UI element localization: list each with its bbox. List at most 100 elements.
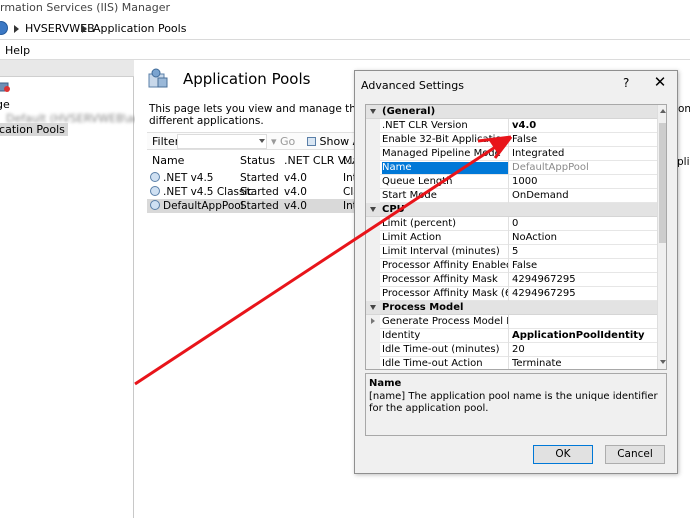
go-icon: ▾ <box>271 135 277 148</box>
breadcrumb-application-pools[interactable]: Application Pools <box>93 22 186 36</box>
property-value[interactable]: NoAction <box>512 232 656 244</box>
collapse-icon[interactable] <box>370 305 376 310</box>
help-button[interactable]: ? <box>623 76 629 90</box>
property-value[interactable]: DefaultAppPool <box>512 162 656 174</box>
pool-status: Started <box>240 200 279 212</box>
property-name: Name <box>382 162 508 174</box>
category-label: Process Model <box>382 302 464 313</box>
breadcrumb-separator-icon <box>14 25 19 33</box>
pool-clr: v4.0 <box>284 172 307 184</box>
property-name: Idle Time-out Action <box>382 358 483 369</box>
property-name: .NET CLR Version <box>382 120 468 131</box>
application-pools-list: Name Status .NET CLR V... Ma .NET v4.5 S… <box>147 152 362 518</box>
property-row[interactable]: Limit Interval (minutes) 5 <box>366 245 657 259</box>
property-name: Generate Process Model Event L <box>382 316 508 327</box>
connections-header <box>0 60 134 77</box>
category-cpu[interactable]: CPU <box>366 203 657 217</box>
filter-dropdown-icon[interactable] <box>259 139 265 143</box>
collapse-icon[interactable] <box>370 207 376 212</box>
column-header-name[interactable]: Name <box>152 154 184 167</box>
address-bar[interactable]: HVSERVWEB Application Pools <box>0 18 690 40</box>
tree-item-pages[interactable]: ge <box>0 98 10 111</box>
property-row[interactable]: Processor Affinity Enabled False <box>366 259 657 273</box>
table-row[interactable]: .NET v4.5 Started v4.0 Int <box>147 171 362 185</box>
server-icon <box>0 81 11 93</box>
ok-button[interactable]: OK <box>533 445 593 464</box>
advanced-settings-dialog: Advanced Settings ? ✕ (General) .NET CLR… <box>354 70 678 474</box>
go-button[interactable]: ▾ Go <box>271 135 295 148</box>
menu-help[interactable]: Help <box>5 44 30 57</box>
property-value[interactable]: OnDemand <box>512 190 656 202</box>
connections-pane: ge Default (HVSERVWEB\admin) ication Poo… <box>0 60 166 518</box>
scroll-down-icon[interactable] <box>660 360 666 364</box>
pool-name: .NET v4.5 <box>163 172 214 184</box>
property-value[interactable]: ApplicationPoolIdentity <box>512 330 656 342</box>
property-name: Limit (percent) <box>382 218 457 229</box>
cancel-button[interactable]: Cancel <box>605 445 665 464</box>
back-arrow-icon[interactable] <box>0 21 8 35</box>
property-value[interactable]: 20 <box>512 344 656 356</box>
table-row[interactable]: DefaultAppPool Started v4.0 Int <box>147 199 362 213</box>
category-general[interactable]: (General) <box>366 105 657 119</box>
expand-icon[interactable] <box>371 318 375 324</box>
collapse-icon[interactable] <box>370 109 376 114</box>
property-name: Limit Action <box>382 232 442 243</box>
property-name: Identity <box>382 330 421 341</box>
property-value[interactable]: 4294967295 <box>512 288 656 300</box>
tree-item-application-pools[interactable]: ication Pools <box>0 123 68 136</box>
property-value[interactable]: 4294967295 <box>512 274 656 286</box>
property-row[interactable]: Managed Pipeline Mode Integrated <box>366 147 657 161</box>
pool-clr: v4.0 <box>284 200 307 212</box>
property-row[interactable]: Generate Process Model Event L <box>366 315 657 329</box>
property-row[interactable]: Enable 32-Bit Applications False <box>366 133 657 147</box>
property-row[interactable]: Start Mode OnDemand <box>366 189 657 203</box>
property-value[interactable]: v4.0 <box>512 120 656 132</box>
property-row[interactable]: Limit (percent) 0 <box>366 217 657 231</box>
property-row[interactable]: Processor Affinity Mask 4294967295 <box>366 273 657 287</box>
property-grid[interactable]: (General) .NET CLR Version v4.0 Enable 3… <box>365 104 667 370</box>
show-all-icon <box>307 137 316 146</box>
category-label: CPU <box>382 204 405 215</box>
filter-bar: Filter: ▾ Go Show Al <box>147 132 363 150</box>
property-row[interactable]: Limit Action NoAction <box>366 231 657 245</box>
property-row[interactable]: Identity ApplicationPoolIdentity <box>366 329 657 343</box>
pool-status: Started <box>240 172 279 184</box>
property-name: Processor Affinity Mask <box>382 274 498 285</box>
property-value[interactable]: 5 <box>512 246 656 258</box>
property-name: Limit Interval (minutes) <box>382 246 500 257</box>
description-text: [name] The application pool name is the … <box>369 391 658 414</box>
filter-input[interactable] <box>177 134 267 149</box>
dialog-title: Advanced Settings <box>361 79 464 92</box>
property-value[interactable]: False <box>512 260 656 272</box>
property-value[interactable]: 1000 <box>512 176 656 188</box>
column-header-status[interactable]: Status <box>240 154 275 167</box>
scroll-thumb[interactable] <box>659 123 666 243</box>
category-label: (General) <box>382 106 436 117</box>
pool-name: DefaultAppPool <box>163 200 244 212</box>
property-description: Name [name] The application pool name is… <box>365 373 667 436</box>
property-row[interactable]: Processor Affinity Mask (64-bit c 429496… <box>366 287 657 301</box>
property-name: Queue Length <box>382 176 453 187</box>
go-label: Go <box>280 135 296 148</box>
menu-bar: Help <box>0 41 690 60</box>
property-grid-scrollbar[interactable] <box>657 105 666 369</box>
property-row[interactable]: Name DefaultAppPool <box>366 161 657 175</box>
property-name: Managed Pipeline Mode <box>382 148 501 159</box>
property-name: Idle Time-out (minutes) <box>382 344 500 355</box>
property-row[interactable]: Queue Length 1000 <box>366 175 657 189</box>
category-process-model[interactable]: Process Model <box>366 301 657 315</box>
property-value[interactable]: False <box>512 134 656 146</box>
property-value[interactable]: Integrated <box>512 148 656 160</box>
property-row[interactable]: Idle Time-out (minutes) 20 <box>366 343 657 357</box>
right-edge-column: plic <box>677 156 690 168</box>
property-row[interactable]: Idle Time-out Action Terminate <box>366 357 657 369</box>
table-row[interactable]: .NET v4.5 Classic Started v4.0 Cla <box>147 185 362 199</box>
breadcrumb-separator-icon <box>82 25 87 33</box>
page-title: Application Pools <box>183 70 311 88</box>
property-value[interactable]: 0 <box>512 218 656 230</box>
property-value[interactable]: Terminate <box>512 358 656 369</box>
app-pool-icon <box>150 200 160 210</box>
property-row[interactable]: .NET CLR Version v4.0 <box>366 119 657 133</box>
close-icon[interactable]: ✕ <box>652 73 668 91</box>
scroll-up-icon[interactable] <box>660 109 666 113</box>
